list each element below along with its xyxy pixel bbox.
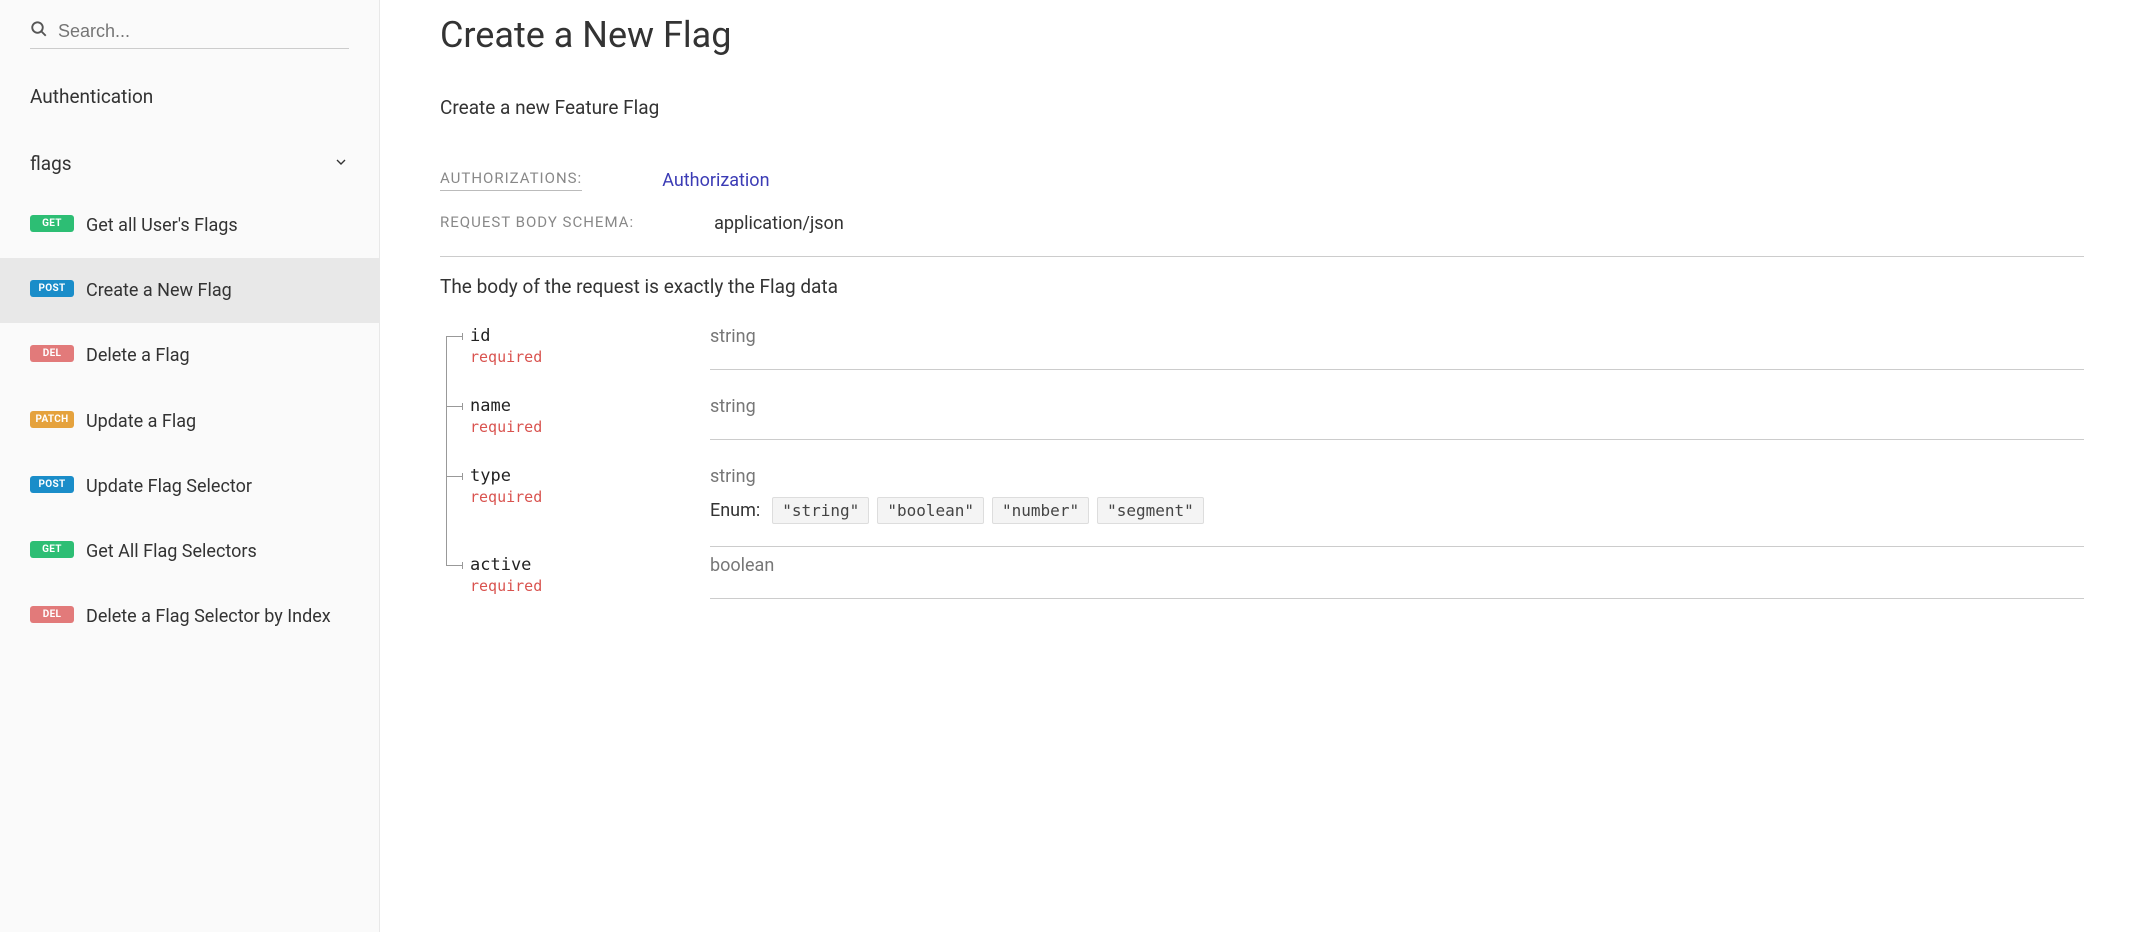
schema-row-name: name required string (440, 396, 2084, 466)
schema-row-type: type required string Enum: "string" "boo… (440, 466, 2084, 555)
property-name: id (470, 326, 710, 346)
enum-row: Enum: "string" "boolean" "number" "segme… (710, 497, 2084, 524)
method-badge-del: DEL (30, 345, 74, 362)
chevron-down-icon (333, 152, 349, 175)
search-icon (30, 20, 48, 42)
tree-connector (440, 396, 470, 466)
schema-table: id required string name required string (440, 326, 2084, 625)
tree-connector (440, 326, 470, 396)
enum-label: Enum: (710, 500, 760, 521)
property-required: required (470, 577, 710, 595)
search-field[interactable] (30, 20, 349, 49)
property-type: boolean (710, 555, 2084, 576)
search-input[interactable] (58, 21, 349, 42)
sidebar-item-label: Get all User's Flags (86, 213, 238, 238)
sidebar-item-delete-a-flag-selector-by-index[interactable]: DEL Delete a Flag Selector by Index (0, 584, 379, 649)
property-required: required (470, 418, 710, 436)
property-type: string (710, 466, 2084, 487)
sidebar-item-update-flag-selector[interactable]: POST Update Flag Selector (0, 454, 379, 519)
method-badge-patch: PATCH (30, 411, 74, 428)
sidebar-item-delete-a-flag[interactable]: DEL Delete a Flag (0, 323, 379, 388)
request-body-schema-label: REQUEST BODY SCHEMA: (440, 213, 634, 234)
sidebar-heading-label: Authentication (30, 85, 153, 108)
sidebar-item-label: Create a New Flag (86, 278, 232, 303)
search-container (0, 8, 379, 59)
divider (440, 256, 2084, 257)
authorization-link[interactable]: Authorization (662, 170, 769, 191)
tree-connector (440, 466, 470, 555)
sidebar-heading-authentication[interactable]: Authentication (0, 59, 379, 126)
method-badge-post: POST (30, 280, 74, 297)
request-body-description: The body of the request is exactly the F… (440, 275, 2084, 298)
request-body-mime: application/json (714, 213, 844, 234)
schema-row-id: id required string (440, 326, 2084, 396)
property-required: required (470, 348, 710, 366)
sidebar-item-get-all-flag-selectors[interactable]: GET Get All Flag Selectors (0, 519, 379, 584)
sidebar-item-label: Delete a Flag Selector by Index (86, 604, 331, 629)
property-type: string (710, 326, 2084, 347)
schema-row-active: active required boolean (440, 555, 2084, 625)
enum-value: "string" (772, 497, 869, 524)
method-badge-get: GET (30, 215, 74, 232)
request-body-schema-row: REQUEST BODY SCHEMA: application/json (440, 213, 2084, 242)
enum-value: "segment" (1097, 497, 1204, 524)
sidebar-item-label: Update a Flag (86, 409, 196, 434)
page-description: Create a new Feature Flag (440, 96, 2084, 119)
enum-value: "boolean" (877, 497, 984, 524)
tree-connector (440, 555, 470, 625)
method-badge-post: POST (30, 476, 74, 493)
sidebar-item-get-all-users-flags[interactable]: GET Get all User's Flags (0, 193, 379, 258)
sidebar-heading-flags[interactable]: flags (0, 126, 379, 193)
property-name: active (470, 555, 710, 575)
sidebar-item-update-a-flag[interactable]: PATCH Update a Flag (0, 389, 379, 454)
main-content: Create a New Flag Create a new Feature F… (380, 0, 2144, 932)
enum-value: "number" (992, 497, 1089, 524)
sidebar: Authentication flags GET Get all User's … (0, 0, 380, 932)
property-type: string (710, 396, 2084, 417)
property-name: name (470, 396, 710, 416)
authorizations-label: AUTHORIZATIONS: (440, 169, 582, 191)
sidebar-item-label: Update Flag Selector (86, 474, 252, 499)
sidebar-item-label: Get All Flag Selectors (86, 539, 257, 564)
method-badge-del: DEL (30, 606, 74, 623)
page-title: Create a New Flag (440, 14, 2084, 56)
sidebar-item-label: Delete a Flag (86, 343, 190, 368)
sidebar-item-create-a-new-flag[interactable]: POST Create a New Flag (0, 258, 379, 323)
authorizations-row: AUTHORIZATIONS: Authorization (440, 169, 2084, 199)
method-badge-get: GET (30, 541, 74, 558)
property-name: type (470, 466, 710, 486)
sidebar-heading-label: flags (30, 152, 72, 175)
property-required: required (470, 488, 710, 506)
